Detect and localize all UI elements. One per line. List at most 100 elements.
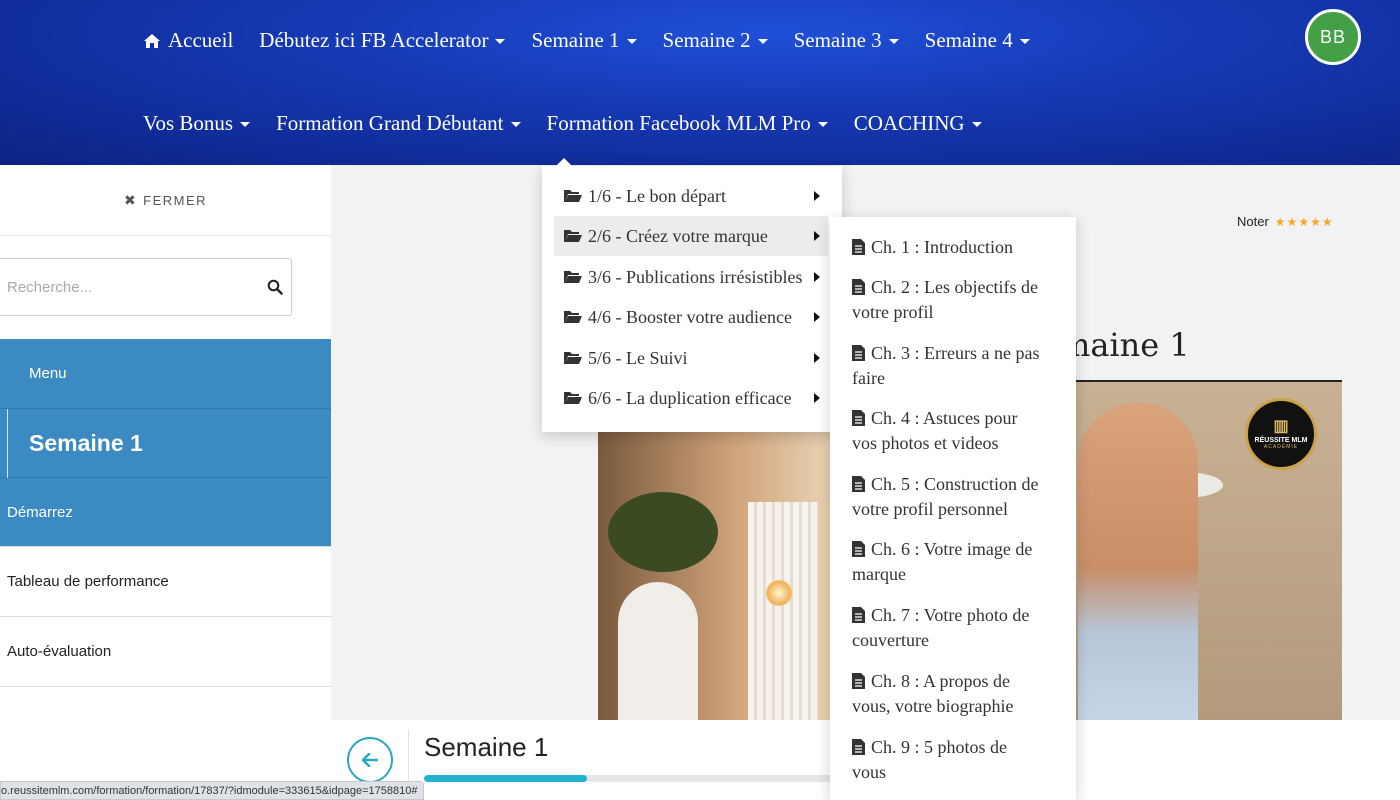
menu-item-module-1[interactable]: 1/6 - Le bon départ — [554, 176, 828, 216]
side-menu: Menu Semaine 1 Démarrez Tableau de perfo… — [0, 339, 331, 687]
nav-item-facebook-mlm-pro[interactable]: Formation Facebook MLM Pro — [547, 111, 828, 136]
avatar[interactable]: BB — [1305, 9, 1361, 65]
sidebar-item-week[interactable]: Semaine 1 — [0, 409, 331, 478]
nav-item-label: Accueil — [168, 28, 234, 52]
submenu-item-label-line2: couverture — [852, 630, 929, 650]
nav-item-debutez[interactable]: Débutez ici FB Accelerator — [259, 28, 506, 53]
menu-item-label: 2/6 - Créez votre marque — [588, 225, 768, 246]
submenu-item-ch2[interactable]: Ch. 2 : Les objectifs de votre profil — [852, 275, 1062, 325]
caret-down-icon — [626, 39, 637, 44]
caret-down-icon — [888, 39, 899, 44]
search-icon[interactable] — [267, 279, 283, 295]
caret-right-icon — [814, 353, 820, 363]
submenu-item-ch5[interactable]: Ch. 5 : Construction de votre profil pers… — [852, 472, 1062, 522]
submenu-item-ch7[interactable]: Ch. 7 : Votre photo de couverture — [852, 603, 1062, 653]
caret-right-icon — [814, 393, 820, 403]
submenu-item-ch6[interactable]: Ch. 6 : Votre image de marque — [852, 537, 1062, 587]
caret-down-icon — [510, 122, 521, 127]
nav-item-coaching[interactable]: COACHING — [854, 111, 982, 136]
video-frame-lamp — [766, 580, 792, 606]
caret-down-icon — [817, 122, 828, 127]
menu-item-label: 4/6 - Booster votre audience — [588, 306, 792, 327]
submenu-item-label: Ch. 9 : 5 photos de — [871, 737, 1008, 757]
sidebar-item-auto-evaluation[interactable]: Auto-évaluation — [0, 617, 331, 687]
document-icon — [852, 279, 865, 295]
submenu-item-label: Ch. 3 : Erreurs a ne pas — [871, 343, 1040, 363]
document-icon — [852, 673, 865, 689]
menu-item-label: 5/6 - Le Suivi — [588, 347, 688, 368]
folder-open-icon — [564, 311, 582, 323]
submenu-item-ch8[interactable]: Ch. 8 : A propos de vous, votre biographi… — [852, 669, 1062, 719]
submenu-item-ch1[interactable]: Ch. 1 : Introduction — [852, 235, 1062, 260]
document-icon — [852, 541, 865, 557]
document-icon — [852, 410, 865, 426]
nav-item-label: Semaine 1 — [531, 28, 620, 52]
submenu-item-label-line2: marque — [852, 564, 906, 584]
video-frame-plant — [608, 492, 718, 572]
menu-item-module-2[interactable]: 2/6 - Créez votre marque — [554, 216, 828, 256]
menu-item-module-6[interactable]: 6/6 - La duplication efficace — [554, 378, 828, 418]
progress-fill — [424, 775, 588, 782]
submenu-item-label: Ch. 1 : Introduction — [871, 237, 1013, 257]
nav-item-vos-bonus[interactable]: Vos Bonus — [143, 111, 251, 136]
submenu-item-label: Ch. 6 : Votre image de — [871, 539, 1033, 559]
nav-row-primary: Accueil Débutez ici FB Accelerator Semai… — [143, 28, 1030, 53]
caret-down-icon — [495, 39, 506, 44]
caret-right-icon — [814, 272, 820, 282]
menu-item-module-3[interactable]: 3/6 - Publications irrésistibles — [554, 257, 828, 297]
nav-item-accueil[interactable]: Accueil — [143, 28, 233, 53]
rating-widget[interactable]: Noter ★★★★★ — [1237, 214, 1334, 229]
arrow-left-icon — [362, 753, 378, 767]
menu-item-module-5[interactable]: 5/6 - Le Suivi — [554, 338, 828, 378]
folder-open-icon — [564, 271, 582, 283]
caret-down-icon — [1019, 39, 1030, 44]
submenu-item-label-line2: votre profil personnel — [852, 499, 1008, 519]
search-input[interactable] — [7, 278, 267, 296]
submenu-item-label-line2: vos photos et videos — [852, 433, 999, 453]
nav-item-semaine-1[interactable]: Semaine 1 — [531, 28, 637, 53]
sidebar-item-tableau-de-performance[interactable]: Tableau de performance — [0, 547, 331, 617]
video-frame-person — [1078, 402, 1198, 720]
sidebar-item-demarrez[interactable]: Démarrez — [0, 478, 331, 547]
document-icon — [852, 739, 865, 755]
home-icon — [144, 33, 160, 48]
academy-logo-mark: ▥ — [1273, 417, 1289, 435]
submenu-item-label: Ch. 2 : Les objectifs de — [871, 277, 1038, 297]
close-label: FERMER — [143, 192, 208, 208]
rating-label: Noter — [1237, 214, 1269, 229]
close-sidebar-button[interactable]: ✖ FERMER — [0, 165, 331, 236]
nav-item-semaine-2[interactable]: Semaine 2 — [663, 28, 768, 53]
back-button[interactable] — [347, 737, 393, 783]
nav-item-label: Débutez ici FB Accelerator — [259, 28, 489, 52]
submenu-item-ch9[interactable]: Ch. 9 : 5 photos de vous — [852, 735, 1062, 785]
nav-item-grand-debutant[interactable]: Formation Grand Débutant — [276, 111, 521, 136]
top-navigation: Accueil Débutez ici FB Accelerator Semai… — [0, 0, 1400, 165]
nav-item-semaine-3[interactable]: Semaine 3 — [794, 28, 899, 53]
menu-item-module-4[interactable]: 4/6 - Booster votre audience — [554, 297, 828, 337]
folder-open-icon — [564, 190, 582, 202]
nav-item-semaine-4[interactable]: Semaine 4 — [925, 28, 1030, 53]
caret-right-icon — [814, 191, 820, 201]
caret-down-icon — [240, 122, 251, 127]
star-icons[interactable]: ★★★★★ — [1275, 215, 1334, 229]
video-frame-pot — [618, 582, 698, 720]
document-icon — [852, 239, 865, 255]
status-bar-url: o.reussitemlm.com/formation/formation/17… — [0, 781, 425, 800]
submenu-item-label: Ch. 8 : A propos de — [871, 671, 1011, 691]
folder-open-icon — [564, 230, 582, 242]
nav-item-label: Formation Facebook MLM Pro — [546, 111, 811, 135]
sidebar: ✖ FERMER Menu Semaine 1 Démarrez Tableau… — [0, 165, 331, 800]
submenu-item-ch3[interactable]: Ch. 3 : Erreurs a ne pas faire — [852, 341, 1062, 391]
submenu-item-label-line2: vous, votre biographie — [852, 696, 1014, 716]
nav-item-label: Vos Bonus — [143, 111, 234, 135]
caret-down-icon — [757, 39, 768, 44]
caret-right-icon — [814, 231, 820, 241]
chapters-submenu: Ch. 1 : Introduction Ch. 2 : Les objecti… — [830, 217, 1076, 800]
nav-item-label: Semaine 2 — [662, 28, 751, 52]
submenu-item-ch4[interactable]: Ch. 4 : Astuces pour vos photos et videos — [852, 406, 1062, 456]
submenu-item-label-line2: votre profil — [852, 302, 934, 322]
folder-open-icon — [564, 352, 582, 364]
document-icon — [852, 345, 865, 361]
document-icon — [852, 476, 865, 492]
academy-logo-line1: RÉUSSITE MLM — [1254, 436, 1308, 444]
